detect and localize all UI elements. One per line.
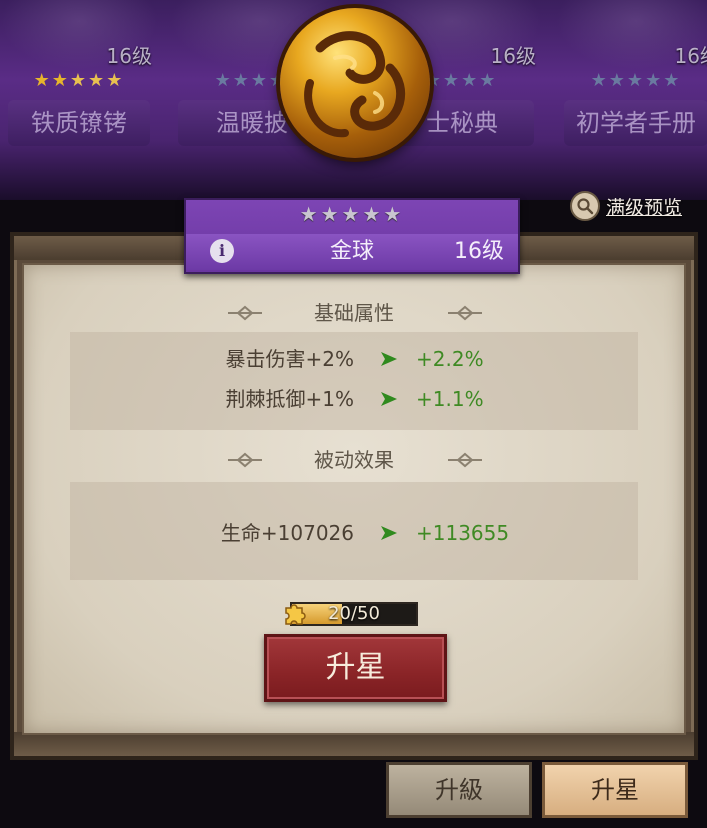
stat-current: 荆棘抵御+1% (225, 387, 355, 411)
carousel-card-stars: ★★★★★ (590, 70, 682, 91)
arrow-right-icon (381, 352, 397, 366)
ornament-left-icon (228, 305, 262, 321)
puzzle-piece-icon (285, 604, 306, 625)
passive-effects-header: 被动效果 (70, 445, 638, 475)
stat-next: +1.1% (416, 387, 484, 411)
item-star-rating: ★★★★★ (299, 202, 405, 226)
passive-effects-list: 生命+107026 +113655 (70, 482, 638, 580)
progress-label: 20/50 (328, 603, 380, 624)
base-attributes-title: 基础属性 (314, 301, 394, 325)
ornament-right-icon (448, 305, 482, 321)
base-attributes-list: 暴击伤害+2% +2.2% 荆棘抵御+1% +1.1% (70, 332, 638, 430)
item-level: 16级 (454, 239, 504, 264)
carousel-card-1[interactable]: 16级 ★★★★★ 铁质镣铐 (0, 0, 158, 160)
tab-star-up[interactable]: 升星 (542, 762, 688, 818)
carousel-card-name: 铁质镣铐 (8, 100, 150, 146)
golden-orb-icon (280, 8, 430, 158)
carousel-card-4[interactable]: 16级 ★★★★★ 初学者手册 (556, 0, 707, 160)
carousel-card-level: 16级 (674, 44, 707, 68)
orb-swirl-pattern (304, 31, 406, 138)
carousel-card-level: 16级 (106, 44, 152, 68)
carousel-card-stars: ★★★★★ (33, 70, 125, 91)
passive-effects-title: 被动效果 (314, 448, 394, 472)
arrow-right-icon (381, 392, 397, 406)
stat-next: +113655 (416, 521, 510, 545)
magnifier-icon (570, 191, 600, 221)
stat-next: +2.2% (416, 347, 484, 371)
stat-row: 生命+107026 +113655 (70, 516, 638, 550)
max-level-preview-button[interactable]: 满级预览 (566, 190, 686, 222)
stat-current: 生命+107026 (220, 521, 354, 545)
frame-bottom-band (14, 732, 694, 756)
stat-row: 荆棘抵御+1% +1.1% (70, 382, 638, 416)
arrow-right-icon (381, 526, 397, 540)
ornament-left-icon (228, 452, 262, 468)
fragment-progress-bar: 20/50 (290, 602, 418, 626)
stat-row: 暴击伤害+2% +2.2% (70, 342, 638, 376)
carousel-card-name: 初学者手册 (564, 100, 707, 146)
ornament-right-icon (448, 452, 482, 468)
carousel-card-level: 16级 (490, 44, 536, 68)
preview-label: 满级预览 (606, 196, 683, 219)
item-title-banner: ★★★★★ i 金球 16级 (184, 198, 520, 274)
star-up-button[interactable]: 升星 (264, 634, 447, 702)
tab-upgrade[interactable]: 升級 (386, 762, 532, 818)
base-attributes-header: 基础属性 (70, 298, 638, 328)
stat-current: 暴击伤害+2% (225, 347, 355, 371)
item-title-row: i 金球 16级 (186, 234, 518, 270)
